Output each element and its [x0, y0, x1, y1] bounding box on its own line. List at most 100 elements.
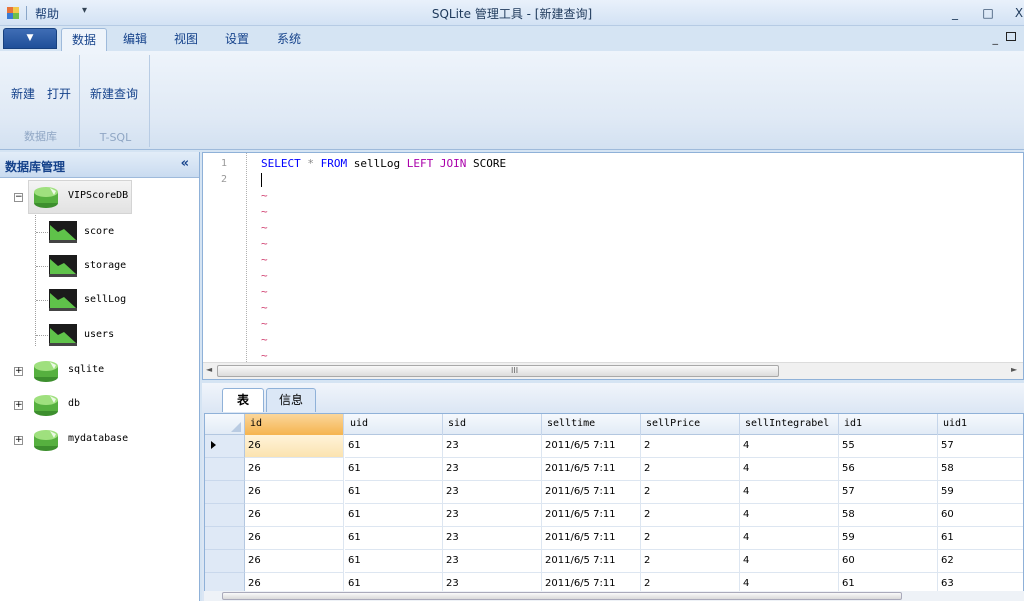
- maximize-button[interactable]: □: [975, 4, 1001, 22]
- table-cell[interactable]: 62: [938, 550, 1023, 573]
- tab-data[interactable]: 数据: [61, 28, 107, 51]
- scroll-left-icon[interactable]: ◄: [206, 365, 212, 374]
- sql-editor[interactable]: 1 2 SELECT * FROM sellLog LEFT JOIN SCOR…: [202, 152, 1024, 380]
- table-cell[interactable]: 4: [740, 481, 839, 504]
- table-cell[interactable]: 2011/6/5 7:11: [542, 435, 641, 458]
- table-cell[interactable]: 23: [443, 550, 542, 573]
- table-cell[interactable]: 23: [443, 481, 542, 504]
- new-database-button[interactable]: 新建: [11, 85, 35, 102]
- row-header[interactable]: [205, 458, 245, 481]
- row-header[interactable]: [205, 435, 245, 458]
- table-cell[interactable]: 4: [740, 527, 839, 550]
- collapse-panel-icon[interactable]: «: [181, 156, 189, 171]
- minimize-button[interactable]: _: [942, 4, 968, 22]
- tab-table[interactable]: 表: [222, 388, 264, 412]
- table-cell[interactable]: 23: [443, 527, 542, 550]
- table-cell[interactable]: 4: [740, 504, 839, 527]
- grid-horizontal-scrollbar[interactable]: [204, 591, 1024, 601]
- table-cell[interactable]: 56: [839, 458, 938, 481]
- scrollbar-thumb[interactable]: [222, 592, 902, 600]
- results-grid[interactable]: id uid sid selltime sellPrice sellIntegrabel i…: [204, 413, 1024, 601]
- table-cell[interactable]: 23: [443, 504, 542, 527]
- sql-code-line[interactable]: SELECT * FROM sellLog LEFT JOIN SCORE: [261, 157, 506, 170]
- open-database-button[interactable]: 打开: [47, 85, 71, 102]
- expand-icon[interactable]: +: [14, 436, 23, 445]
- table-cell[interactable]: 26: [245, 435, 344, 458]
- column-header-selltime[interactable]: selltime: [542, 414, 641, 435]
- column-header-id[interactable]: id: [245, 414, 344, 435]
- table-cell[interactable]: 58: [938, 458, 1023, 481]
- tab-system[interactable]: 系统: [266, 28, 312, 51]
- table-cell[interactable]: 55: [839, 435, 938, 458]
- table-cell[interactable]: 61: [345, 481, 443, 504]
- tree-node-table-users[interactable]: users: [0, 319, 199, 353]
- table-cell[interactable]: 2011/6/5 7:11: [542, 458, 641, 481]
- tab-edit[interactable]: 编辑: [112, 28, 158, 51]
- row-header[interactable]: [205, 504, 245, 527]
- column-header-sellintegrabel[interactable]: sellIntegrabel: [740, 414, 839, 435]
- row-header[interactable]: [205, 550, 245, 573]
- tree-node-table-storage[interactable]: storage: [0, 250, 199, 284]
- table-cell[interactable]: 58: [839, 504, 938, 527]
- table-cell[interactable]: 2011/6/5 7:11: [542, 481, 641, 504]
- scrollbar-thumb[interactable]: III: [217, 365, 779, 377]
- tree-node-db[interactable]: + db: [0, 388, 199, 422]
- table-cell[interactable]: 59: [938, 481, 1023, 504]
- table-cell[interactable]: 26: [245, 550, 344, 573]
- table-cell[interactable]: 61: [345, 550, 443, 573]
- table-cell[interactable]: 2: [641, 481, 740, 504]
- table-cell[interactable]: 4: [740, 458, 839, 481]
- table-cell[interactable]: 26: [245, 504, 344, 527]
- table-cell[interactable]: 23: [443, 435, 542, 458]
- expand-icon[interactable]: +: [14, 367, 23, 376]
- table-cell[interactable]: 2: [641, 458, 740, 481]
- table-cell[interactable]: 23: [443, 458, 542, 481]
- grid-corner[interactable]: [205, 414, 245, 435]
- table-cell[interactable]: 4: [740, 435, 839, 458]
- table-cell[interactable]: 61: [345, 458, 443, 481]
- editor-horizontal-scrollbar[interactable]: ◄ III ►: [203, 362, 1023, 379]
- tree-node-table-score[interactable]: score: [0, 216, 199, 250]
- table-cell[interactable]: 2: [641, 504, 740, 527]
- column-header-uid[interactable]: uid: [345, 414, 443, 435]
- table-cell[interactable]: 2: [641, 527, 740, 550]
- row-header[interactable]: [205, 481, 245, 504]
- close-button[interactable]: X: [1006, 4, 1024, 22]
- table-cell[interactable]: 61: [345, 527, 443, 550]
- table-cell[interactable]: 61: [938, 527, 1023, 550]
- tree-node-vipscoredb[interactable]: − VIPScoreDB: [0, 180, 199, 214]
- ribbon-restore-icon[interactable]: [1006, 32, 1016, 41]
- table-cell[interactable]: 59: [839, 527, 938, 550]
- table-cell[interactable]: 57: [839, 481, 938, 504]
- column-header-sid[interactable]: sid: [443, 414, 542, 435]
- table-cell[interactable]: 2011/6/5 7:11: [542, 527, 641, 550]
- ribbon-minimize-button[interactable]: _: [993, 32, 999, 45]
- table-cell[interactable]: 61: [345, 435, 443, 458]
- table-cell[interactable]: 26: [245, 458, 344, 481]
- table-cell[interactable]: 60: [938, 504, 1023, 527]
- table-cell[interactable]: 2011/6/5 7:11: [542, 504, 641, 527]
- row-header[interactable]: [205, 527, 245, 550]
- new-query-button[interactable]: 新建查询: [90, 85, 138, 102]
- table-cell[interactable]: 60: [839, 550, 938, 573]
- tree-node-mydatabase[interactable]: + mydatabase: [0, 423, 199, 457]
- tab-info[interactable]: 信息: [266, 388, 316, 412]
- tab-view[interactable]: 视图: [163, 28, 209, 51]
- application-menu-button[interactable]: ▼: [3, 28, 57, 49]
- expand-icon[interactable]: +: [14, 401, 23, 410]
- table-cell[interactable]: 57: [938, 435, 1023, 458]
- column-header-id1[interactable]: id1: [839, 414, 938, 435]
- tree-node-table-selllog[interactable]: sellLog: [0, 284, 199, 318]
- tree-node-sqlite[interactable]: + sqlite: [0, 354, 199, 388]
- column-header-sellprice[interactable]: sellPrice: [641, 414, 740, 435]
- table-cell[interactable]: 26: [245, 527, 344, 550]
- collapse-icon[interactable]: −: [14, 193, 23, 202]
- table-cell[interactable]: 61: [345, 504, 443, 527]
- table-cell[interactable]: 26: [245, 481, 344, 504]
- scroll-right-icon[interactable]: ►: [1011, 365, 1017, 374]
- tab-settings[interactable]: 设置: [214, 28, 260, 51]
- table-cell[interactable]: 2: [641, 550, 740, 573]
- table-cell[interactable]: 2011/6/5 7:11: [542, 550, 641, 573]
- table-cell[interactable]: 4: [740, 550, 839, 573]
- column-header-uid1[interactable]: uid1: [938, 414, 1023, 435]
